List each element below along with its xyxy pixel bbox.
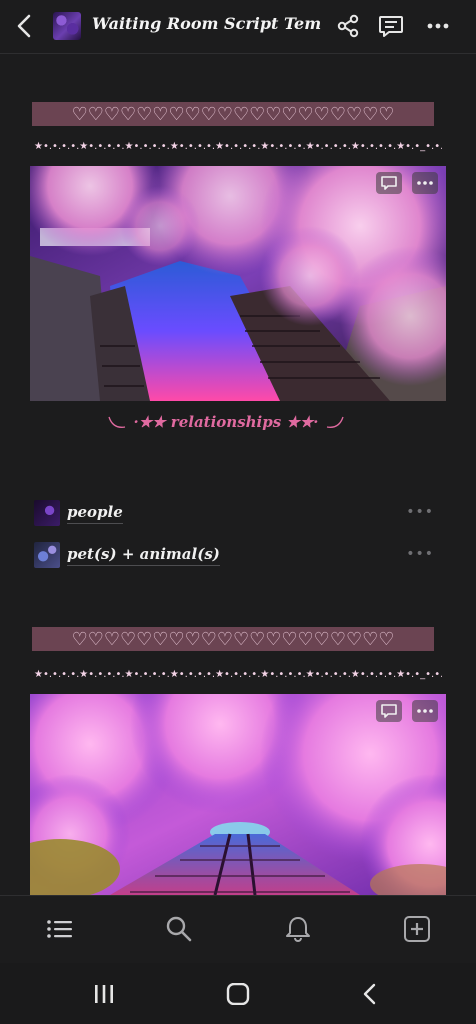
canal-photo-illustration: [30, 166, 446, 401]
railway-photo-illustration: [30, 694, 446, 895]
top-app-bar: Waiting Room Script Tem...: [0, 0, 476, 54]
add-icon[interactable]: [402, 914, 432, 944]
pets-thumbnail: [34, 542, 60, 568]
comment-icon[interactable]: [377, 12, 405, 40]
more-icon[interactable]: [424, 12, 452, 40]
relationship-item-people[interactable]: people •••: [34, 500, 444, 528]
stars-divider: ★•.•.•.•.★•.•.•.•.★•.•.•.•.★•.•.•.•.★•.•…: [34, 141, 442, 152]
more-icon: [417, 709, 433, 713]
image-more-button[interactable]: [412, 700, 438, 722]
hearts-divider: ♡♡♡♡♡♡♡♡♡♡♡♡♡♡♡♡♡♡♡♡: [32, 627, 434, 651]
more-icon: [417, 181, 433, 185]
more-icon[interactable]: •••: [406, 546, 434, 562]
comment-icon: [381, 704, 397, 718]
search-icon[interactable]: [164, 914, 194, 944]
image-comment-button[interactable]: [376, 700, 402, 722]
post-thumbnail: [53, 12, 81, 40]
stars-divider: ★•.•.•.•.★•.•.•.•.★•.•.•.•.★•.•.•.•.★•.•…: [34, 669, 442, 680]
relationship-item-pets[interactable]: pet(s) + animal(s) •••: [34, 542, 444, 570]
bottom-navigation: [0, 895, 476, 963]
people-thumbnail: [34, 500, 60, 526]
image-actions: [376, 172, 438, 194]
share-icon[interactable]: [334, 12, 362, 40]
page-title: Waiting Room Script Tem...: [92, 14, 322, 33]
more-icon[interactable]: •••: [406, 504, 434, 520]
cherry-blossom-canal-image[interactable]: [30, 166, 446, 401]
relationship-label: pet(s) + animal(s): [67, 545, 220, 566]
post-content[interactable]: ♡♡♡♡♡♡♡♡♡♡♡♡♡♡♡♡♡♡♡♡ ★•.•.•.•.★•.•.•.•.★…: [0, 55, 476, 895]
list-icon[interactable]: [45, 914, 75, 944]
relationship-label: people: [67, 503, 123, 524]
bell-icon[interactable]: [283, 914, 313, 944]
caption-text: ·★★ relationships ★★·: [133, 413, 319, 431]
comment-icon: [381, 176, 397, 190]
home-icon[interactable]: [225, 983, 251, 1005]
hearts-divider: ♡♡♡♡♡♡♡♡♡♡♡♡♡♡♡♡♡♡♡♡: [32, 102, 434, 126]
back-icon[interactable]: [358, 983, 384, 1005]
image-actions: [376, 700, 438, 722]
cherry-blossom-railway-image[interactable]: [30, 694, 446, 895]
back-icon[interactable]: [10, 9, 40, 43]
image-comment-button[interactable]: [376, 172, 402, 194]
system-navigation-bar: [0, 963, 476, 1024]
recents-icon[interactable]: [91, 983, 117, 1005]
image-more-button[interactable]: [412, 172, 438, 194]
caption-ornament: ·★★ relationships ★★·: [106, 411, 346, 437]
